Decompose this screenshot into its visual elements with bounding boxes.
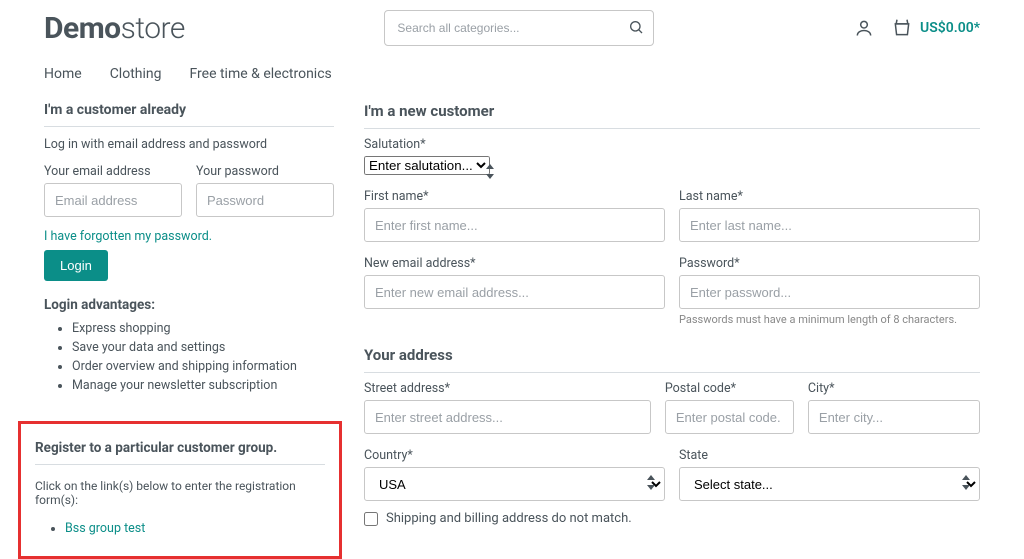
salutation-label: Salutation* xyxy=(364,137,980,152)
country-label: Country* xyxy=(364,448,665,463)
login-password-label: Your password xyxy=(196,164,334,179)
login-email-label: Your email address xyxy=(44,164,182,179)
login-advantages-list: Express shopping Save your data and sett… xyxy=(44,321,334,393)
logo[interactable]: Demostore xyxy=(44,11,185,46)
adv-item: Save your data and settings xyxy=(72,340,334,355)
postal-label: Postal code* xyxy=(665,381,794,396)
adv-item: Manage your newsletter subscription xyxy=(72,378,334,393)
state-select[interactable]: Select state... xyxy=(679,467,980,501)
state-label: State xyxy=(679,448,980,463)
login-button[interactable]: Login xyxy=(44,250,108,281)
search-icon[interactable] xyxy=(628,19,644,35)
street-input[interactable] xyxy=(364,400,651,434)
search-input[interactable] xyxy=(384,10,654,46)
group-register-link[interactable]: Bss group test xyxy=(65,521,145,536)
city-label: City* xyxy=(808,381,980,396)
postal-input[interactable] xyxy=(665,400,794,434)
lastname-input[interactable] xyxy=(679,208,980,242)
group-register-title: Register to a particular customer group. xyxy=(35,440,325,465)
group-register-sub: Click on the link(s) below to enter the … xyxy=(35,479,325,507)
nav-home[interactable]: Home xyxy=(44,66,82,82)
nav-clothing[interactable]: Clothing xyxy=(110,66,162,82)
new-email-input[interactable] xyxy=(364,275,665,309)
new-email-label: New email address* xyxy=(364,256,665,271)
login-password-input[interactable] xyxy=(196,183,334,217)
street-label: Street address* xyxy=(364,381,651,396)
customer-group-register-box: Register to a particular customer group.… xyxy=(18,421,342,559)
register-title: I'm a new customer xyxy=(364,102,980,129)
firstname-label: First name* xyxy=(364,189,665,204)
different-shipping-label: Shipping and billing address do not matc… xyxy=(386,511,632,526)
forgot-password-link[interactable]: I have forgotten my password. xyxy=(44,229,212,244)
adv-item: Order overview and shipping information xyxy=(72,359,334,374)
cart-icon[interactable] xyxy=(892,18,912,38)
country-select[interactable]: USA xyxy=(364,467,665,501)
lastname-label: Last name* xyxy=(679,189,980,204)
firstname-input[interactable] xyxy=(364,208,665,242)
cart-total[interactable]: US$0.00* xyxy=(920,20,980,36)
city-input[interactable] xyxy=(808,400,980,434)
different-shipping-checkbox[interactable] xyxy=(364,512,378,526)
login-title: I'm a customer already xyxy=(44,102,334,127)
address-title: Your address xyxy=(364,346,980,373)
adv-item: Express shopping xyxy=(72,321,334,336)
account-icon[interactable] xyxy=(854,18,874,38)
password-hint: Passwords must have a minimum length of … xyxy=(679,313,980,326)
new-password-input[interactable] xyxy=(679,275,980,309)
login-sub: Log in with email address and password xyxy=(44,137,334,152)
nav-freetime[interactable]: Free time & electronics xyxy=(189,66,331,82)
new-password-label: Password* xyxy=(679,256,980,271)
login-advantages-title: Login advantages: xyxy=(44,297,334,313)
login-email-input[interactable] xyxy=(44,183,182,217)
main-nav: Home Clothing Free time & electronics xyxy=(44,52,980,102)
salutation-select[interactable]: Enter salutation... xyxy=(364,156,490,175)
search-box xyxy=(384,10,654,46)
